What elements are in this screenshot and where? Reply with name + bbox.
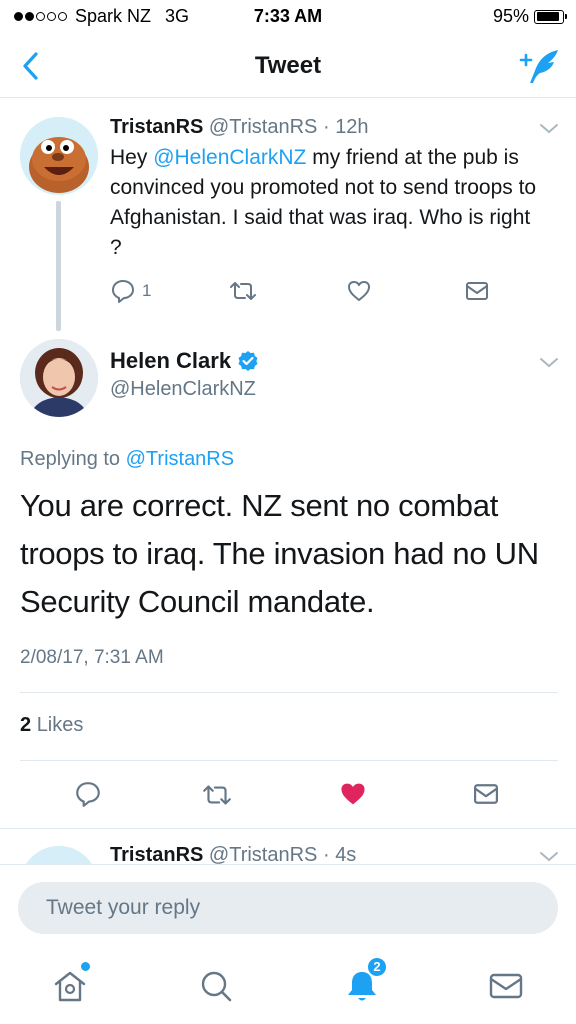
next-author-name: TristanRS	[110, 844, 204, 864]
chevron-down-icon[interactable]	[538, 850, 560, 864]
main-author-name[interactable]: Helen Clark	[110, 348, 231, 374]
parent-tweet-header: TristanRS @TristanRS · 12h	[110, 116, 369, 139]
parent-tweet-age: 12h	[335, 116, 369, 138]
reply-bar: Tweet your reply	[0, 864, 576, 952]
battery-percent: 95%	[492, 6, 529, 26]
likes-label: Likes	[36, 714, 84, 736]
new-content-dot	[81, 962, 90, 971]
tab-bar: 2	[0, 952, 576, 1024]
retweet-button[interactable]	[228, 280, 258, 302]
next-tweet-age: 4s	[335, 844, 357, 864]
envelope-icon	[474, 784, 498, 804]
divider	[20, 760, 558, 761]
muppet-avatar-image	[20, 117, 98, 195]
parent-author-name[interactable]: TristanRS	[110, 116, 203, 138]
page-title: Tweet	[254, 52, 322, 79]
main-retweet-button[interactable]	[201, 783, 233, 807]
status-time: 7:33 AM	[253, 6, 323, 26]
envelope-icon	[489, 973, 523, 999]
compose-tweet-icon[interactable]	[518, 46, 562, 86]
main-tweet-text: You are correct. NZ sent no combat troop…	[20, 488, 539, 619]
reply-count: 1	[142, 281, 152, 300]
heart-filled-icon	[341, 783, 365, 805]
nav-bar: Tweet	[0, 34, 576, 98]
search-icon	[201, 971, 232, 1002]
tab-home[interactable]	[48, 962, 92, 1008]
tweet-timestamp: 2/08/17, 7:31 AM	[20, 647, 164, 668]
likes-count: 2	[20, 714, 32, 736]
replying-to-mention[interactable]: @TristanRS	[126, 448, 234, 470]
retweet-icon	[230, 282, 256, 300]
main-author-handle[interactable]: @HelenClarkNZ	[110, 378, 256, 401]
parent-text-prefix: Hey	[110, 146, 154, 169]
profile-photo-image	[20, 339, 98, 417]
replying-to-label: Replying to	[20, 448, 126, 470]
battery-icon	[534, 9, 567, 24]
divider	[0, 828, 576, 829]
retweet-icon	[203, 785, 231, 805]
main-like-button[interactable]	[338, 780, 368, 808]
status-bar: Spark NZ 3G 7:33 AM 95%	[0, 0, 576, 34]
separator: ·	[322, 844, 330, 864]
main-reply-button[interactable]	[74, 780, 102, 808]
reply-icon	[76, 782, 100, 807]
parent-tweet-text: Hey @HelenClarkNZ my friend at the pub i…	[110, 143, 540, 263]
share-button[interactable]	[464, 280, 490, 302]
avatar-tristan[interactable]	[20, 117, 98, 195]
tweet-reply-input[interactable]: Tweet your reply	[18, 882, 558, 934]
verified-badge-icon	[238, 351, 258, 371]
tab-search[interactable]	[194, 964, 238, 1008]
envelope-icon	[466, 282, 488, 300]
heart-icon	[348, 281, 370, 301]
next-author-handle: @TristanRS	[208, 844, 318, 864]
status-right: 95%	[492, 6, 567, 27]
reply-button[interactable]: 1	[110, 278, 151, 304]
avatar-helen-clark[interactable]	[20, 339, 98, 417]
chevron-down-icon[interactable]	[538, 356, 560, 370]
like-button[interactable]	[346, 279, 372, 303]
avatar-tristan-small	[20, 846, 98, 864]
main-author-name-row: Helen Clark	[110, 348, 259, 374]
tab-messages[interactable]	[484, 964, 528, 1008]
reply-icon	[112, 280, 134, 303]
separator: ·	[322, 116, 330, 138]
parent-author-handle[interactable]: @TristanRS	[209, 116, 317, 138]
thread-line	[56, 201, 61, 331]
likes-count-row[interactable]: 2 Likes	[20, 714, 83, 737]
main-share-button[interactable]	[471, 782, 501, 806]
mention-link[interactable]: @HelenClarkNZ	[153, 146, 306, 169]
notifications-badge: 2	[366, 956, 388, 978]
next-tweet-preview[interactable]: TristanRS @TristanRS · 4s	[0, 830, 576, 864]
divider	[20, 692, 558, 693]
next-tweet-header: TristanRS @TristanRS · 4s	[110, 844, 356, 864]
tab-notifications[interactable]: 2	[340, 956, 388, 1008]
chevron-down-icon[interactable]	[538, 122, 560, 136]
replying-to-line: Replying to @TristanRS	[20, 448, 234, 471]
